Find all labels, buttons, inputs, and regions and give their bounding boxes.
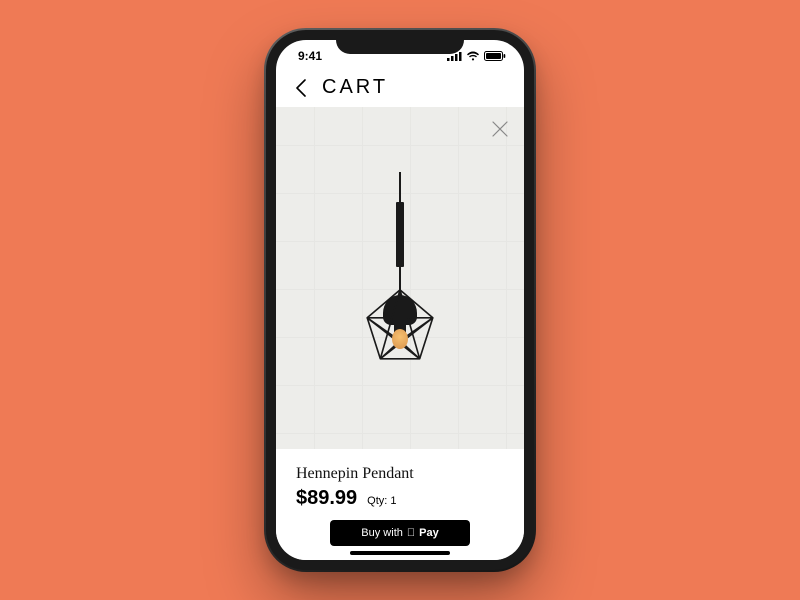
apple-pay-button[interactable]: Buy with  Pay: [330, 520, 470, 546]
product-price: $89.99: [296, 487, 357, 510]
remove-item-button[interactable]: [488, 117, 512, 141]
close-icon: [488, 117, 512, 141]
wifi-icon: [466, 51, 480, 61]
lamp-cage-icon: [359, 285, 441, 367]
page-title: CART: [322, 76, 388, 99]
product-illustration: [383, 172, 417, 349]
pay-brand-label: Pay: [419, 527, 439, 539]
price-line: $89.99 Qty: 1: [296, 487, 504, 510]
product-details: Hennepin Pendant $89.99 Qty: 1 Buy with …: [276, 449, 524, 560]
app-screen: 9:41 CART: [276, 40, 524, 560]
back-button[interactable]: [290, 77, 312, 99]
battery-icon: [484, 51, 506, 61]
home-indicator[interactable]: [350, 551, 450, 555]
phone-notch: [336, 30, 464, 54]
product-qty: Qty: 1: [367, 495, 396, 507]
product-name: Hennepin Pendant: [296, 465, 504, 483]
apple-logo-icon: : [407, 527, 415, 539]
status-time: 9:41: [298, 49, 322, 63]
buy-prefix-label: Buy with: [361, 527, 403, 539]
product-image-area: [276, 107, 524, 449]
chevron-left-icon: [295, 79, 307, 97]
phone-frame: 9:41 CART: [266, 30, 534, 570]
nav-bar: CART: [276, 72, 524, 107]
